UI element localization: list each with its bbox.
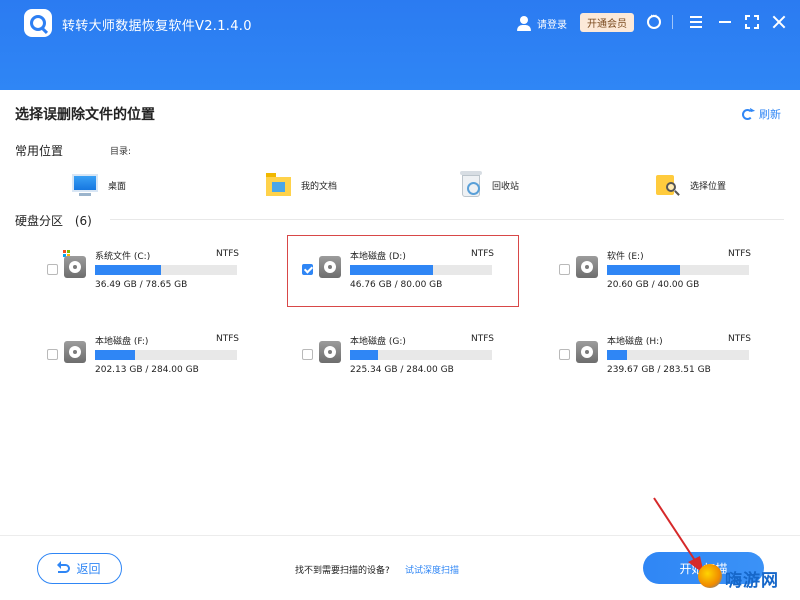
drive-name: 本地磁盘 (G:) [350,337,406,347]
hard-disk-icon [576,256,598,278]
drive-usage-bar [95,350,237,360]
hard-disk-icon [576,341,598,363]
drive-checkbox[interactable] [559,349,570,360]
location-label: 桌面 [108,181,127,192]
drive-card-g[interactable]: 本地磁盘 (G:) NTFS 225.34 GB / 284.00 GB [288,321,518,391]
watermark-logo: 嗨游网 [698,562,800,592]
back-button[interactable]: 返回 [37,553,122,584]
drive-usage-bar [95,265,237,275]
hard-disk-icon [319,256,341,278]
drive-card-h[interactable]: 本地磁盘 (H:) NTFS 239.67 GB / 283.51 GB [545,321,775,391]
back-label: 返回 [76,562,101,576]
drive-size: 36.49 GB / 78.65 GB [95,280,188,290]
drive-name: 本地磁盘 (F:) [95,337,149,347]
location-label: 我的文档 [301,181,338,192]
hard-disk-icon [64,341,86,363]
disk-partitions-count: (6) [74,214,92,228]
page-title: 选择误删除文件的位置 [15,107,155,123]
directory-label: 目录: [110,147,132,157]
disk-partitions-label: 硬盘分区 (6) [15,212,92,229]
drive-filesystem: NTFS [216,334,239,344]
support-icon[interactable] [645,11,663,31]
refresh-button[interactable]: 刷新 [742,106,781,122]
drive-size: 202.13 GB / 284.00 GB [95,365,199,375]
folder-search-icon [654,172,680,198]
drive-usage-fill [95,265,161,275]
location-desktop[interactable]: 桌面 [72,170,126,200]
drive-size: 20.60 GB / 40.00 GB [607,280,700,290]
refresh-label: 刷新 [759,108,781,121]
hard-disk-icon [319,341,341,363]
drive-usage-fill [607,350,627,360]
login-button[interactable]: 请登录 [517,14,567,32]
refresh-icon [742,108,753,120]
login-label: 请登录 [537,19,567,31]
app-logo-icon [24,9,52,37]
drive-checkbox[interactable] [302,349,313,360]
common-locations-label: 常用位置 [15,144,64,158]
drive-card-d[interactable]: 本地磁盘 (D:) NTFS 46.76 GB / 80.00 GB [287,235,519,307]
desktop-icon [72,174,98,196]
watermark-icon [698,564,722,588]
documents-folder-icon [266,173,291,197]
deep-scan-link[interactable]: 试试深度扫描 [405,563,459,576]
drive-checkbox[interactable] [302,264,313,275]
drive-card-c[interactable]: 系统文件 (C:) NTFS 36.49 GB / 78.65 GB [33,236,263,306]
drive-usage-bar [350,265,492,275]
menu-icon[interactable] [687,13,705,31]
drive-name: 软件 (E:) [607,252,644,262]
app-title: 转转大师数据恢复软件V2.1.4.0 [62,19,252,34]
location-choose[interactable]: 选择位置 [654,170,726,200]
location-recycle-bin[interactable]: 回收站 [460,170,519,200]
recycle-bin-icon [460,171,482,199]
section-divider [110,219,784,220]
drive-card-e[interactable]: 软件 (E:) NTFS 20.60 GB / 40.00 GB [545,236,775,306]
header-divider [672,15,673,29]
drive-checkbox[interactable] [47,349,58,360]
watermark-text: 嗨游网 [725,571,779,591]
drive-usage-fill [95,350,135,360]
drive-checkbox[interactable] [559,264,570,275]
drive-filesystem: NTFS [471,249,494,259]
drive-size: 46.76 GB / 80.00 GB [350,280,443,290]
drive-filesystem: NTFS [471,334,494,344]
back-arrow-icon [57,561,71,573]
drive-name: 系统文件 (C:) [95,252,151,262]
drive-name: 本地磁盘 (H:) [607,337,663,347]
drive-usage-bar [350,350,492,360]
drive-usage-bar [607,350,749,360]
disk-partitions-title: 硬盘分区 [15,214,64,228]
close-icon[interactable] [770,13,788,31]
vip-button[interactable]: 开通会员 [580,13,634,32]
drive-checkbox[interactable] [47,264,58,275]
device-hint: 找不到需要扫描的设备? [295,566,390,576]
hard-disk-icon [64,256,86,278]
drive-usage-bar [607,265,749,275]
location-label: 回收站 [492,181,520,192]
title-bar: 转转大师数据恢复软件V2.1.4.0 请登录 开通会员 [0,0,800,90]
drive-size: 225.34 GB / 284.00 GB [350,365,454,375]
drive-filesystem: NTFS [728,249,751,259]
drive-size: 239.67 GB / 283.51 GB [607,365,711,375]
location-label: 选择位置 [690,181,727,192]
drive-filesystem: NTFS [216,249,239,259]
drive-filesystem: NTFS [728,334,751,344]
drive-name: 本地磁盘 (D:) [350,252,406,262]
drive-usage-fill [350,265,434,275]
minimize-icon[interactable] [716,13,734,31]
drive-usage-fill [350,350,379,360]
maximize-icon[interactable] [743,13,761,31]
drive-usage-fill [607,265,681,275]
drive-card-f[interactable]: 本地磁盘 (F:) NTFS 202.13 GB / 284.00 GB [33,321,263,391]
location-documents[interactable]: 我的文档 [266,170,337,200]
user-icon [517,15,531,31]
